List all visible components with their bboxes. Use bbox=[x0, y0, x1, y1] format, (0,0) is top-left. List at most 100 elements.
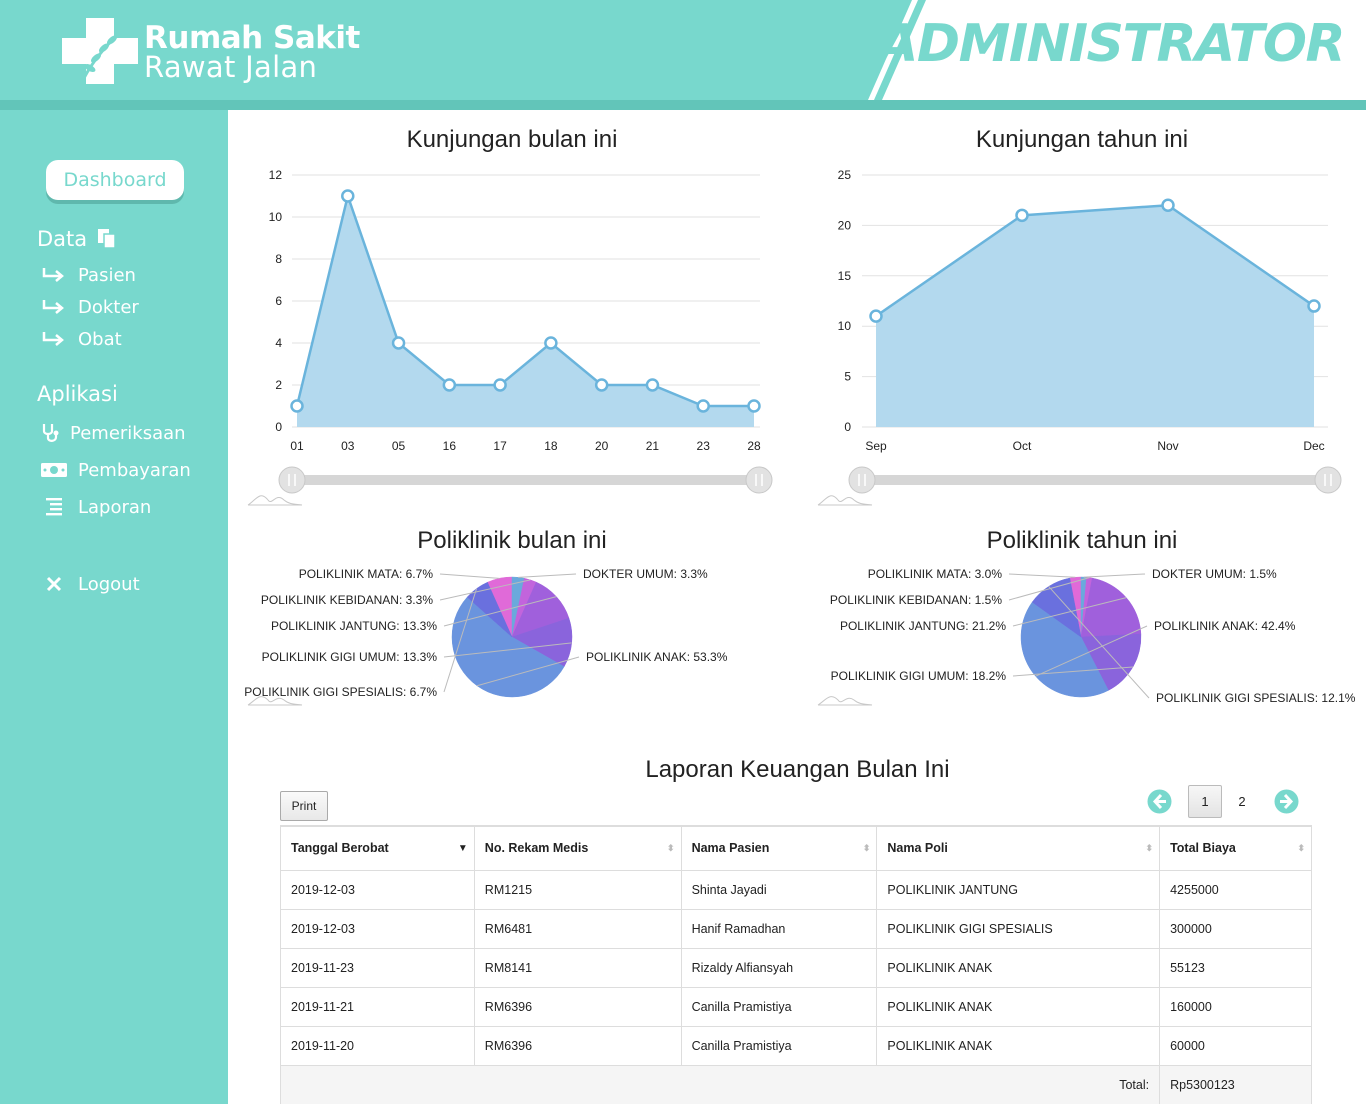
data-point bbox=[391, 336, 406, 350]
column-header-total-biaya[interactable]: Total Biaya ⬍ bbox=[1159, 825, 1312, 871]
table-cell: POLIKLINIK GIGI SPESIALIS bbox=[876, 909, 1161, 949]
page-1-button[interactable]: 1 bbox=[1188, 785, 1222, 818]
y-tick-label: 0 bbox=[844, 420, 851, 434]
x-tick-label: 18 bbox=[544, 439, 558, 453]
table-cell: 2019-11-21 bbox=[280, 987, 475, 1027]
table-cell: RM6481 bbox=[474, 909, 682, 949]
table-cell: POLIKLINIK JANTUNG bbox=[876, 870, 1161, 910]
x-tick-label: 20 bbox=[595, 439, 609, 453]
sort-icon: ⬍ bbox=[1297, 843, 1305, 853]
y-tick-label: 25 bbox=[838, 168, 852, 182]
range-handle-left[interactable] bbox=[278, 466, 306, 494]
table-row: 2019-11-21 RM6396 Canilla Pramistiya POL… bbox=[280, 987, 1312, 1027]
data-point bbox=[747, 399, 761, 413]
table-cell: 2019-12-03 bbox=[280, 909, 475, 949]
data-point bbox=[594, 378, 609, 392]
column-header-nama-poli[interactable]: Nama Poli ⬍ bbox=[876, 825, 1161, 871]
y-tick-label: 20 bbox=[838, 218, 852, 232]
table-cell: 160000 bbox=[1159, 987, 1312, 1027]
table-cell: Rizaldy Alfiansyah bbox=[681, 948, 878, 988]
prev-page-icon[interactable] bbox=[1147, 789, 1172, 814]
x-tick-label: 16 bbox=[443, 439, 457, 453]
y-tick-label: 10 bbox=[269, 210, 283, 224]
pie-label: DOKTER UMUM: 1.5% bbox=[1152, 567, 1277, 581]
table-cell: POLIKLINIK ANAK bbox=[876, 987, 1161, 1027]
x-tick-label: Oct bbox=[1013, 439, 1032, 453]
column-header-label: Nama Pasien bbox=[691, 841, 770, 856]
data-point bbox=[341, 189, 355, 203]
table-header-row: Tanggal Berobat ▼ No. Rekam Medis ⬍ Nama P… bbox=[280, 825, 1312, 871]
table-row: 2019-11-20 RM6396 Canilla Pramistiya POL… bbox=[280, 1026, 1312, 1066]
y-tick-label: 2 bbox=[275, 378, 282, 392]
pie-leader-line bbox=[1008, 573, 1076, 578]
table-cell: RM1215 bbox=[474, 870, 682, 910]
y-tick-label: 4 bbox=[275, 336, 282, 350]
y-tick-label: 12 bbox=[269, 168, 283, 182]
total-label: Total: bbox=[280, 1065, 1161, 1104]
y-tick-label: 10 bbox=[838, 319, 852, 333]
charts-canvas: 02468101201 03 05 16 17 18 20 21 23 28 0510152025… bbox=[244, 168, 1356, 706]
table-row: 2019-12-03 RM6481 Hanif Ramadhan POLIKLI… bbox=[280, 909, 1312, 949]
table-total-row: Total: Rp5300123 bbox=[280, 1065, 1312, 1104]
pie-leader-line bbox=[1083, 573, 1146, 578]
x-tick-label: Nov bbox=[1157, 439, 1178, 453]
next-page-icon[interactable] bbox=[1274, 789, 1299, 814]
range-selector-month[interactable] bbox=[247, 466, 773, 506]
table-cell: 2019-11-20 bbox=[280, 1026, 475, 1066]
pie-label: POLIKLINIK JANTUNG: 13.3% bbox=[271, 619, 437, 633]
x-tick-label: Sep bbox=[865, 439, 887, 453]
table-cell: RM6396 bbox=[474, 987, 682, 1027]
range-handle-right[interactable] bbox=[745, 466, 773, 494]
table-cell: 300000 bbox=[1159, 909, 1312, 949]
column-header-label: Nama Poli bbox=[887, 841, 948, 856]
print-button[interactable]: Print bbox=[280, 791, 328, 821]
data-point bbox=[290, 399, 304, 413]
pie-leader-line bbox=[439, 573, 500, 579]
pie-label: POLIKLINIK ANAK: 53.3% bbox=[586, 650, 728, 664]
report-title: Laporan Keuangan Bulan Ini bbox=[645, 756, 950, 783]
x-tick-label: 23 bbox=[697, 439, 711, 453]
data-point bbox=[442, 378, 457, 392]
data-point bbox=[696, 399, 710, 413]
pie-label: POLIKLINIK MATA: 3.0% bbox=[868, 567, 1003, 581]
table-cell: Shinta Jayadi bbox=[681, 870, 878, 910]
x-tick-label: 17 bbox=[493, 439, 507, 453]
pie-label: POLIKLINIK GIGI UMUM: 18.2% bbox=[831, 669, 1007, 683]
table-cell: RM6396 bbox=[474, 1026, 682, 1066]
pie-label: POLIKLINIK JANTUNG: 21.2% bbox=[840, 619, 1006, 633]
range-sparkline bbox=[247, 495, 303, 506]
x-tick-label: 28 bbox=[747, 439, 761, 453]
data-point bbox=[1307, 299, 1321, 313]
column-header-label: Total Biaya bbox=[1170, 841, 1236, 856]
x-tick-label: 05 bbox=[392, 439, 406, 453]
pie-sparkline-year bbox=[817, 696, 873, 706]
x-tick-label: Dec bbox=[1303, 439, 1324, 453]
table-cell: 4255000 bbox=[1159, 870, 1312, 910]
pie-label: POLIKLINIK GIGI UMUM: 13.3% bbox=[262, 650, 438, 664]
x-tick-label: 21 bbox=[646, 439, 660, 453]
table-cell: Canilla Pramistiya bbox=[681, 1026, 878, 1066]
pie-label: POLIKLINIK KEBIDANAN: 1.5% bbox=[830, 593, 1002, 607]
y-tick-label: 0 bbox=[275, 420, 282, 434]
column-header-tanggal[interactable]: Tanggal Berobat ▼ bbox=[280, 825, 475, 871]
data-point bbox=[1161, 198, 1175, 212]
column-header-label: No. Rekam Medis bbox=[484, 841, 589, 856]
range-selector-year[interactable] bbox=[817, 466, 1342, 506]
column-header-nama-pasien[interactable]: Nama Pasien ⬍ bbox=[681, 825, 878, 871]
x-tick-label: 03 bbox=[341, 439, 355, 453]
total-value: Rp5300123 bbox=[1159, 1065, 1312, 1104]
range-handle-right[interactable] bbox=[1314, 466, 1342, 494]
column-header-label: Tanggal Berobat bbox=[291, 841, 389, 856]
pie-label: POLIKLINIK GIGI SPESIALIS: 12.1% bbox=[1156, 691, 1356, 705]
table-cell: 55123 bbox=[1159, 948, 1312, 988]
table-cell: POLIKLINIK ANAK bbox=[876, 1026, 1161, 1066]
page-2-button[interactable]: 2 bbox=[1232, 785, 1252, 818]
pie-label: POLIKLINIK MATA: 6.7% bbox=[299, 567, 434, 581]
y-tick-label: 8 bbox=[275, 252, 282, 266]
column-header-rekam-medis[interactable]: No. Rekam Medis ⬍ bbox=[474, 825, 682, 871]
sort-icon: ⬍ bbox=[862, 843, 871, 853]
table-cell: Canilla Pramistiya bbox=[681, 987, 878, 1027]
report-table: Tanggal Berobat ▼ No. Rekam Medis ⬍ Nama P… bbox=[280, 825, 1312, 1104]
table-cell: 60000 bbox=[1159, 1026, 1312, 1066]
range-handle-left[interactable] bbox=[848, 466, 876, 494]
